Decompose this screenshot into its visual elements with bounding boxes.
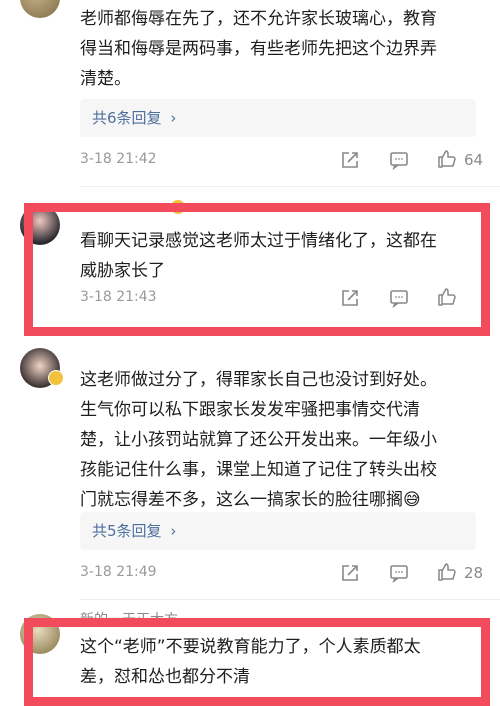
comment-icon[interactable] [389, 150, 409, 170]
comment-line: 生气你可以私下跟家长发发牢骚把事情交代清 [80, 400, 420, 420]
verified-badge [48, 370, 64, 386]
comment-line: 这个“老师”不要说教育能力了，个人素质都太 [80, 637, 421, 657]
divider [80, 186, 500, 187]
chevron-right-icon: › [170, 109, 177, 127]
share-icon[interactable] [340, 563, 360, 583]
share-icon[interactable] [340, 288, 360, 308]
comment-line: 威胁家长了 [80, 261, 165, 281]
comment-line: 看聊天记录感觉这老师太过于情绪化了，这都在 [80, 231, 437, 251]
view-replies-button[interactable]: 共5条回复 › [80, 512, 476, 550]
comment-line: 得当和侮辱是两码事，有些老师先把这个边界弄 [80, 39, 437, 59]
like-count: 28 [464, 564, 484, 582]
comment-line: 差，怼和怂也都分不清 [80, 667, 250, 687]
comment-text: 看聊天记录感觉这老师太过于情绪化了，这都在 威胁家长了 [80, 226, 476, 286]
replies-label: 共6条回复 [92, 109, 162, 127]
comment-icon[interactable] [389, 563, 409, 583]
comment-icon[interactable] [389, 288, 409, 308]
comment-line: 老师都侮辱在先了，还不允许家长玻璃心，教育 [80, 9, 437, 29]
chevron-right-icon: › [170, 522, 177, 540]
replies-label: 共5条回复 [92, 522, 162, 540]
timestamp: 3-18 21:43 [80, 289, 157, 305]
divider [80, 599, 500, 600]
comment-line: 清楚。 [80, 69, 131, 89]
comment-line: 门就忘得差不多，这么一搞家长的脸往哪搁😅 [80, 490, 421, 510]
view-replies-button[interactable]: 共6条回复 › [80, 99, 476, 137]
share-icon[interactable] [340, 150, 360, 170]
timestamp: 3-18 21:49 [80, 564, 157, 580]
avatar[interactable] [20, 0, 60, 18]
comment-text: 老师都侮辱在先了，还不允许家长玻璃心，教育 得当和侮辱是两码事，有些老师先把这个… [80, 4, 476, 94]
like-count: 64 [464, 151, 484, 169]
like-icon[interactable] [437, 149, 457, 169]
comment-text: 这个“老师”不要说教育能力了，个人素质都太 差，怼和怂也都分不清 [80, 632, 476, 692]
like-icon[interactable] [437, 562, 457, 582]
verified-badge [171, 200, 185, 214]
comment-line: 这老师做过分了，得罪家长自己也没讨到好处。 [80, 370, 437, 390]
timestamp: 3-18 21:42 [80, 151, 157, 167]
like-icon[interactable] [437, 287, 457, 307]
comment-line: 楚，让小孩罚站就算了还公开发出来。一年级小 [80, 430, 437, 450]
comment-text: 这老师做过分了，得罪家长自己也没讨到好处。 生气你可以私下跟家长发发牢骚把事情交… [80, 365, 476, 515]
comment-line: 孩能记住什么事，课堂上知道了记住了转头出校 [80, 460, 437, 480]
username[interactable]: 新的一天正大方 [80, 609, 178, 629]
avatar[interactable] [20, 205, 60, 245]
avatar[interactable] [20, 614, 60, 654]
